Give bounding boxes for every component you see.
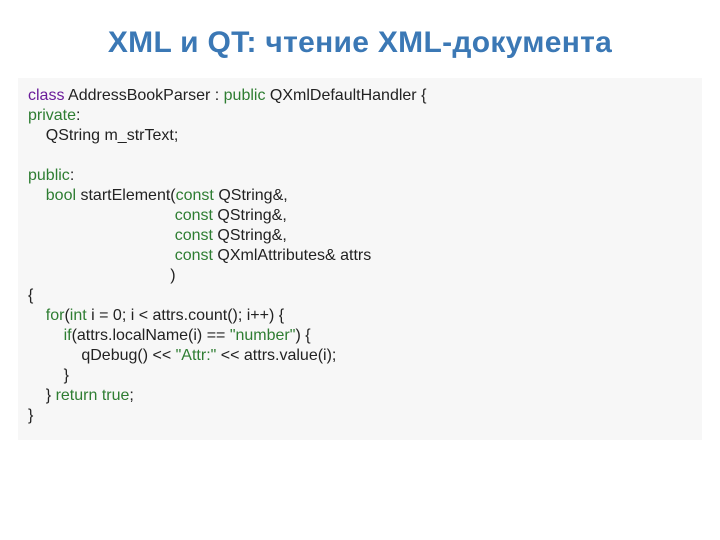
code-text: QXmlDefaultHandler { bbox=[265, 87, 426, 104]
code-text: } bbox=[28, 367, 69, 384]
code-text bbox=[28, 327, 64, 344]
kw-if: if bbox=[64, 327, 72, 344]
code-block: class AddressBookParser : public QXmlDef… bbox=[18, 78, 702, 440]
kw-const: const bbox=[176, 187, 214, 204]
kw-const: const bbox=[175, 207, 213, 224]
code-text: : bbox=[76, 107, 80, 124]
code-text: i = 0; i < attrs.count(); i++) { bbox=[87, 307, 284, 324]
code-text: } bbox=[28, 407, 33, 424]
kw-for: for bbox=[46, 307, 65, 324]
slide: XML и QT: чтение XML-документа class Add… bbox=[0, 0, 720, 540]
kw-return: return bbox=[56, 387, 98, 404]
code-text bbox=[28, 207, 175, 224]
code-text bbox=[28, 187, 46, 204]
kw-const: const bbox=[175, 227, 213, 244]
code-text: (attrs.localName(i) == bbox=[72, 327, 230, 344]
code-text: << attrs.value(i); bbox=[216, 347, 336, 364]
code-text bbox=[28, 247, 175, 264]
kw-const: const bbox=[175, 247, 213, 264]
code-text: startElement( bbox=[76, 187, 176, 204]
string-literal: "Attr:" bbox=[176, 347, 217, 364]
code-text: ) bbox=[28, 267, 176, 284]
kw-bool: bool bbox=[46, 187, 76, 204]
slide-title: XML и QT: чтение XML-документа bbox=[0, 0, 720, 78]
kw-class: class bbox=[28, 87, 64, 104]
kw-public: public bbox=[28, 167, 70, 184]
code-text: ) { bbox=[295, 327, 310, 344]
code-text: QString&, bbox=[214, 187, 288, 204]
code-text: QString&, bbox=[213, 207, 287, 224]
kw-public: public bbox=[224, 87, 266, 104]
code-text: AddressBookParser : bbox=[64, 87, 223, 104]
kw-int: int bbox=[70, 307, 87, 324]
code-text: { bbox=[28, 287, 33, 304]
string-literal: "number" bbox=[230, 327, 296, 344]
code-text: } bbox=[28, 387, 56, 404]
code-text bbox=[28, 227, 175, 244]
code-text: QXmlAttributes& attrs bbox=[213, 247, 371, 264]
code-text: QString&, bbox=[213, 227, 287, 244]
kw-private: private bbox=[28, 107, 76, 124]
code-text: ; bbox=[129, 387, 133, 404]
code-text: qDebug() << bbox=[28, 347, 176, 364]
code-text: : bbox=[70, 167, 74, 184]
code-text bbox=[28, 307, 46, 324]
kw-true: true bbox=[102, 387, 130, 404]
code-text: QString m_strText; bbox=[28, 127, 178, 144]
